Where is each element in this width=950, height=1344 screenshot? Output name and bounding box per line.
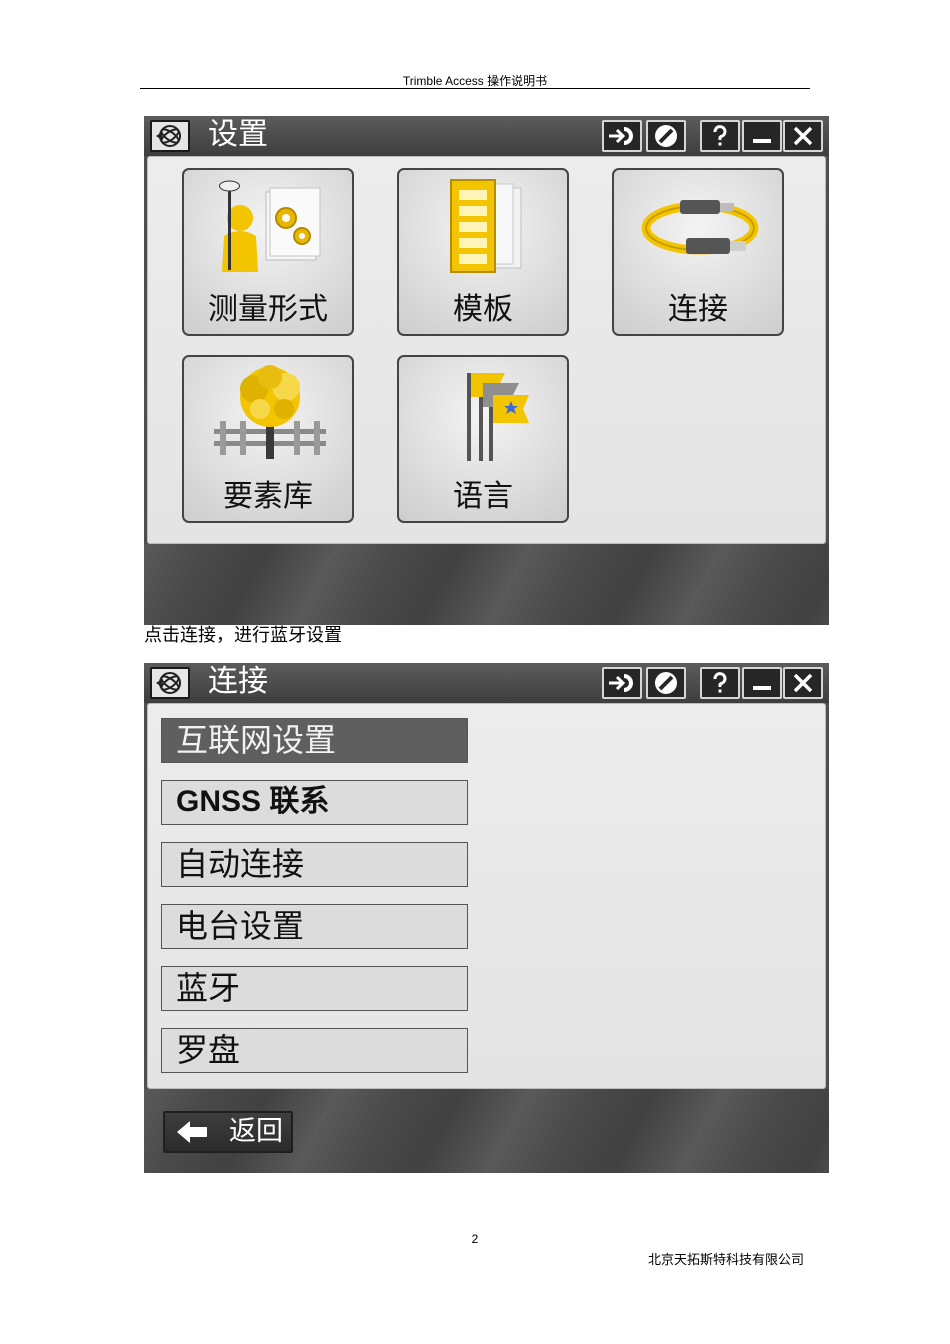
favorites-button[interactable]	[646, 120, 686, 152]
minimize-icon	[753, 139, 771, 143]
connect-panel: 互联网设置 GNSS 联系 自动连接 电台设置 蓝牙 罗盘	[147, 703, 826, 1089]
connect-screen: 连接 互联网设置 GNSS 联系 自动连接 电台设置 蓝牙 罗盘 返回	[144, 663, 829, 1173]
trimble-logo-button[interactable]	[150, 120, 190, 152]
help-icon	[713, 672, 727, 693]
bottom-bar	[144, 544, 829, 625]
caption-text: 点击连接，进行蓝牙设置	[144, 625, 342, 646]
tile-label: 要素库	[223, 479, 313, 514]
trimble-logo-button[interactable]	[150, 667, 190, 699]
menu-item-gnss-contacts[interactable]: GNSS 联系	[161, 780, 468, 825]
screen-title: 设置	[208, 117, 268, 152]
back-label: 返回	[229, 1116, 283, 1147]
language-flags-icon	[467, 373, 529, 461]
menu-item-radio-settings[interactable]: 电台设置	[161, 904, 468, 949]
feature-library-tree-icon	[214, 365, 326, 459]
switch-to-icon	[609, 127, 634, 145]
back-arrow-icon	[177, 1121, 207, 1143]
survey-styles-icon	[219, 180, 321, 272]
document-header: Trimble Access 操作说明书	[402, 74, 548, 88]
cable-connect-icon	[641, 200, 759, 255]
no-entry-icon	[655, 125, 677, 147]
menu-item-bluetooth[interactable]: 蓝牙	[161, 966, 468, 1011]
help-button[interactable]	[700, 667, 740, 699]
back-button[interactable]: 返回	[163, 1111, 293, 1153]
settings-screen: 设置 测量形式 模板 连接 要素库 语言	[144, 116, 829, 625]
templates-icon	[450, 179, 522, 273]
menu-item-internet-setup[interactable]: 互联网设置	[161, 718, 468, 763]
minimize-button[interactable]	[742, 120, 782, 152]
tile-label: 语言	[453, 479, 513, 514]
no-entry-icon	[655, 672, 677, 694]
switch-to-button[interactable]	[602, 667, 642, 699]
tile-templates[interactable]: 模板	[397, 168, 569, 336]
titlebar: 连接	[144, 663, 829, 703]
close-button[interactable]	[783, 120, 823, 152]
minimize-icon	[753, 686, 771, 690]
tile-label: 连接	[668, 292, 728, 327]
minimize-button[interactable]	[742, 667, 782, 699]
close-icon	[793, 126, 813, 146]
tile-label: 测量形式	[208, 292, 328, 327]
company-name: 北京天拓斯特科技有限公司	[647, 1253, 804, 1268]
help-button[interactable]	[700, 120, 740, 152]
tile-label: 模板	[453, 292, 513, 327]
settings-panel: 测量形式 模板 连接 要素库 语言	[147, 156, 826, 544]
header-rule	[140, 88, 810, 89]
page-number: 2	[471, 1232, 479, 1246]
trimble-logo-icon	[156, 125, 181, 147]
tile-feature-library[interactable]: 要素库	[182, 355, 354, 523]
switch-to-icon	[609, 674, 634, 692]
switch-to-button[interactable]	[602, 120, 642, 152]
tile-connect[interactable]: 连接	[612, 168, 784, 336]
close-icon	[793, 673, 813, 693]
favorites-button[interactable]	[646, 667, 686, 699]
tile-survey-styles[interactable]: 测量形式	[182, 168, 354, 336]
close-button[interactable]	[783, 667, 823, 699]
menu-item-auto-connect[interactable]: 自动连接	[161, 842, 468, 887]
titlebar: 设置	[144, 116, 829, 156]
tile-language[interactable]: 语言	[397, 355, 569, 523]
screen-title: 连接	[208, 664, 268, 699]
trimble-logo-icon	[156, 672, 181, 694]
menu-item-compass[interactable]: 罗盘	[161, 1028, 468, 1073]
help-icon	[713, 125, 727, 146]
